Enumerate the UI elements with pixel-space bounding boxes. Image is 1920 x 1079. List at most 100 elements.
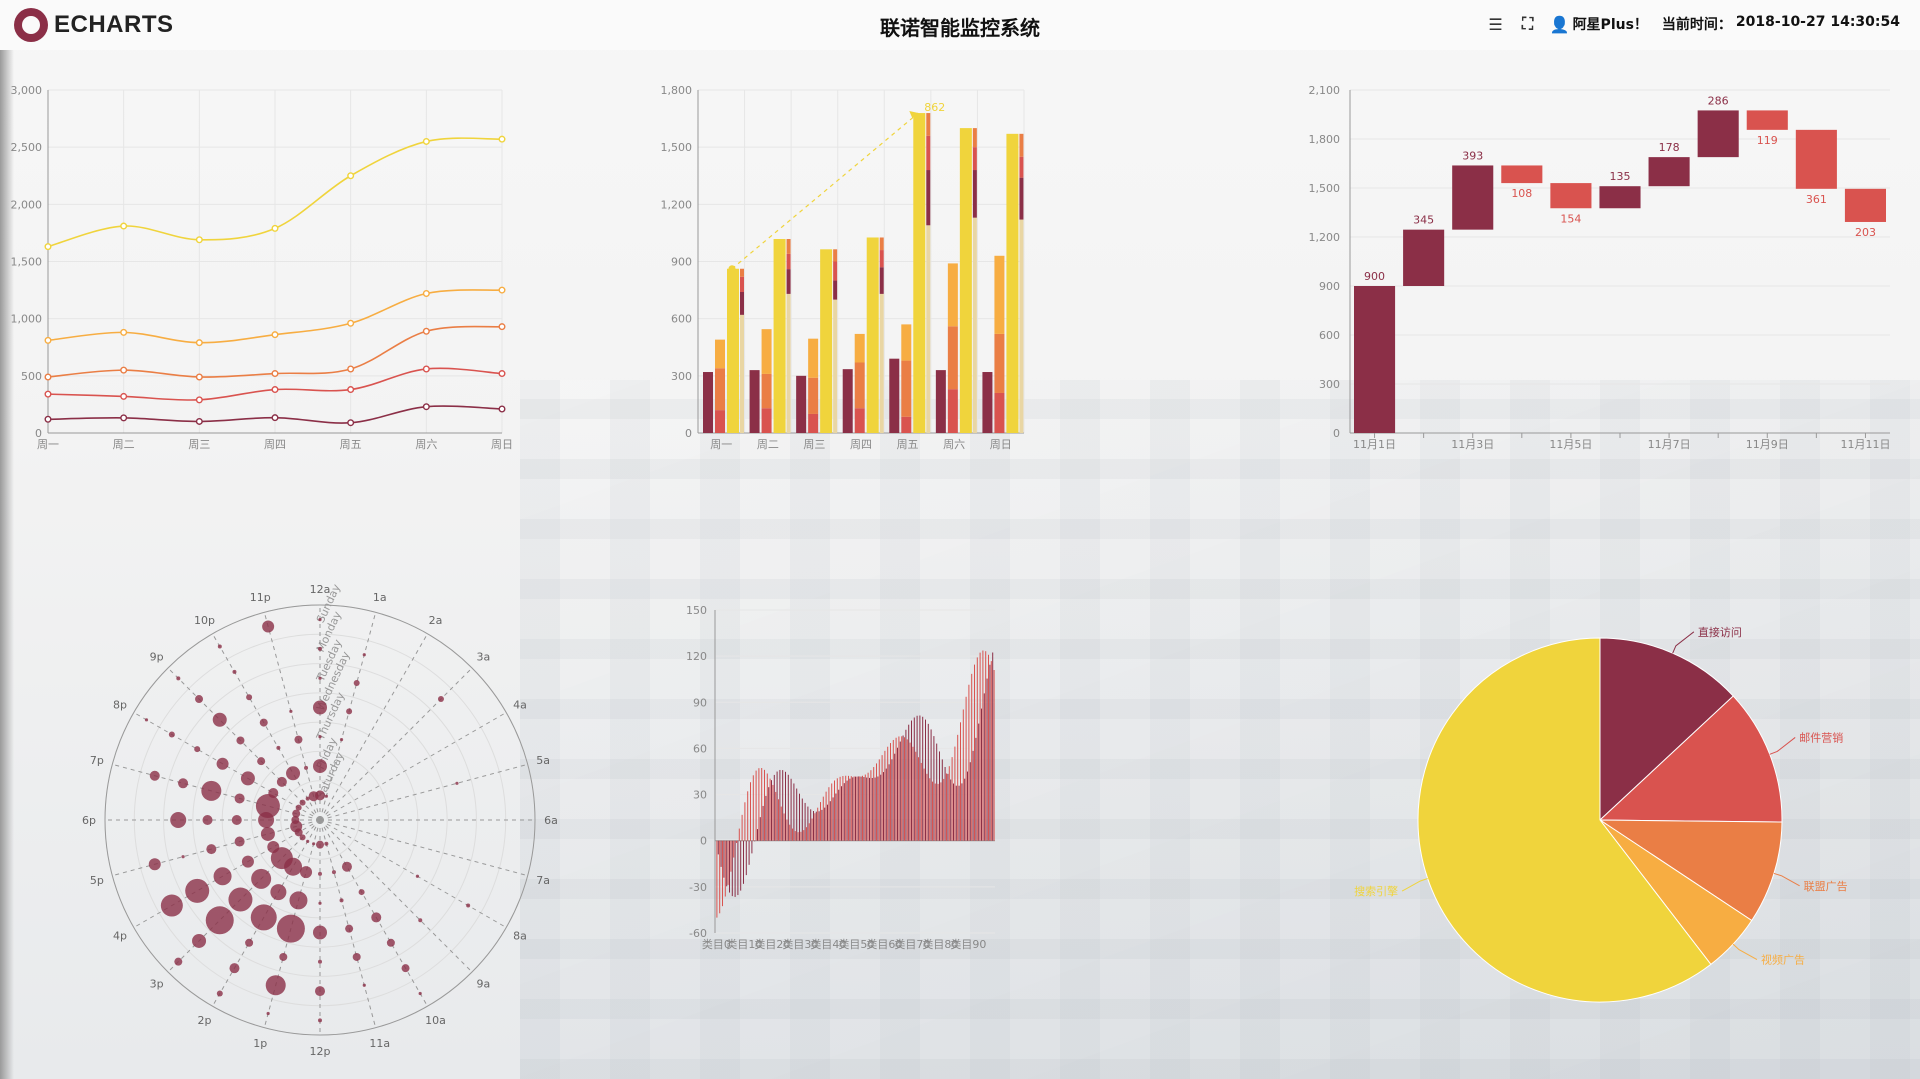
bar: [901, 416, 912, 433]
bar: [797, 832, 799, 841]
hour-label: 6a: [544, 814, 558, 827]
punch-dot: [260, 826, 275, 841]
bar: [778, 799, 779, 841]
bar: [748, 840, 750, 865]
punch-card-polar-chart[interactable]: 12a1a2a3a4a5a6a7a8a9a10a11a12p1p2p3p4p5p…: [60, 582, 580, 1058]
hour-label: 11p: [250, 591, 271, 604]
annotation-label: 862: [924, 101, 945, 114]
data-label: 361: [1806, 193, 1827, 206]
bar: [941, 759, 943, 841]
bar: [799, 793, 800, 841]
bar: [759, 817, 761, 841]
punch-dot: [195, 695, 204, 704]
punch-dot: [201, 780, 222, 801]
bar: [994, 392, 1005, 433]
punch-dot: [316, 840, 324, 849]
bar: [857, 776, 859, 841]
bar: [1019, 133, 1024, 157]
bar: [948, 766, 950, 841]
bar: [909, 742, 911, 841]
bar: [901, 360, 912, 417]
header-toolbar: ☰ ⛶ 👤 阿星Plus！ 当前时间： 2018-10-27 14:30:54: [1487, 14, 1900, 34]
user-menu[interactable]: 👤 阿星Plus！: [1550, 14, 1648, 34]
menu-toggle-icon[interactable]: ☰: [1487, 15, 1505, 34]
waterfall-chart[interactable]: 0 300 600 900 1,200 1,500 1,800 2,100 11月1日 11月3日…: [1280, 84, 1920, 470]
bar: [926, 135, 931, 171]
bar: [835, 793, 837, 841]
line-chart[interactable]: 05001,0001,5002,0002,5003,000周一 周二 周三 周四 周五周…: [0, 84, 640, 470]
y-tick-label: 1,500: [1309, 182, 1341, 195]
punch-dot: [318, 901, 322, 905]
punch-dot: [346, 708, 353, 715]
punch-dot: [170, 812, 187, 828]
bar: [888, 764, 890, 841]
animated-bar-chart[interactable]: -60-300306090120150类目0类目10类目20类目30类目40类目…: [660, 604, 1240, 1060]
y-tick-label: 1,200: [1309, 231, 1341, 244]
bar: [993, 670, 995, 841]
bar: [877, 776, 879, 841]
y-tick-label: 0: [700, 835, 707, 848]
line-point: [271, 414, 279, 422]
punch-dot: [339, 738, 344, 742]
bar: [758, 768, 760, 841]
line-point: [498, 405, 506, 413]
bar: [750, 782, 751, 841]
pie-leader-line: [1773, 872, 1800, 887]
bar: [801, 798, 803, 841]
bar: [811, 818, 813, 841]
bar: [862, 775, 863, 841]
bar: [954, 746, 956, 841]
bar: [734, 840, 736, 897]
bar: [967, 771, 968, 841]
bar: [724, 840, 726, 897]
pie-chart[interactable]: 直接访问邮件营销联盟广告视频广告 搜索引擎: [1300, 625, 1920, 1030]
bar: [839, 776, 841, 841]
punch-dot: [313, 700, 327, 715]
fullscreen-icon[interactable]: ⛶: [1519, 14, 1537, 33]
waterfall-bar: [1403, 229, 1445, 286]
bar: [814, 813, 816, 841]
bar: [820, 802, 821, 841]
bar: [846, 780, 848, 841]
line-point: [422, 290, 430, 298]
bar: [947, 263, 958, 327]
line-point: [347, 365, 355, 373]
bar: [854, 333, 865, 363]
y-tick-label: 1,800: [661, 84, 693, 97]
bar: [757, 829, 758, 841]
bar: [974, 664, 975, 841]
stacked-bar-chart[interactable]: 0 300 600 900 1,200 1,500 1,800 周一 周二 周三 周四 周五 周六 周日 8…: [640, 84, 1280, 470]
data-label: 154: [1560, 212, 1581, 225]
punch-dot: [313, 759, 327, 774]
bar: [901, 324, 912, 361]
bar: [720, 840, 722, 867]
bar: [775, 791, 777, 841]
hour-label: 1a: [373, 591, 387, 604]
x-tick-label: 11月5日: [1549, 438, 1592, 451]
bar: [740, 840, 742, 891]
bar: [850, 776, 852, 841]
y-tick-label: 2,500: [11, 141, 43, 154]
bar: [866, 237, 879, 433]
punch-dot: [212, 712, 227, 727]
line-point: [498, 286, 506, 294]
punch-dot: [276, 776, 287, 787]
bar: [818, 811, 820, 841]
bar: [783, 813, 785, 841]
bar: [927, 723, 929, 841]
bar: [744, 802, 746, 841]
bar: [947, 773, 949, 841]
bar: [912, 746, 914, 841]
bar: [864, 774, 866, 841]
bar: [848, 775, 849, 841]
polar-spoke: [319, 667, 473, 821]
punch-dot: [216, 990, 223, 997]
punch-dot: [341, 861, 352, 872]
bar: [855, 776, 856, 841]
bar: [880, 774, 882, 841]
bar: [884, 750, 886, 841]
bar: [937, 783, 939, 841]
pie-label: 直接访问: [1698, 625, 1742, 639]
hour-label: 4a: [513, 699, 527, 712]
bar: [894, 753, 896, 841]
